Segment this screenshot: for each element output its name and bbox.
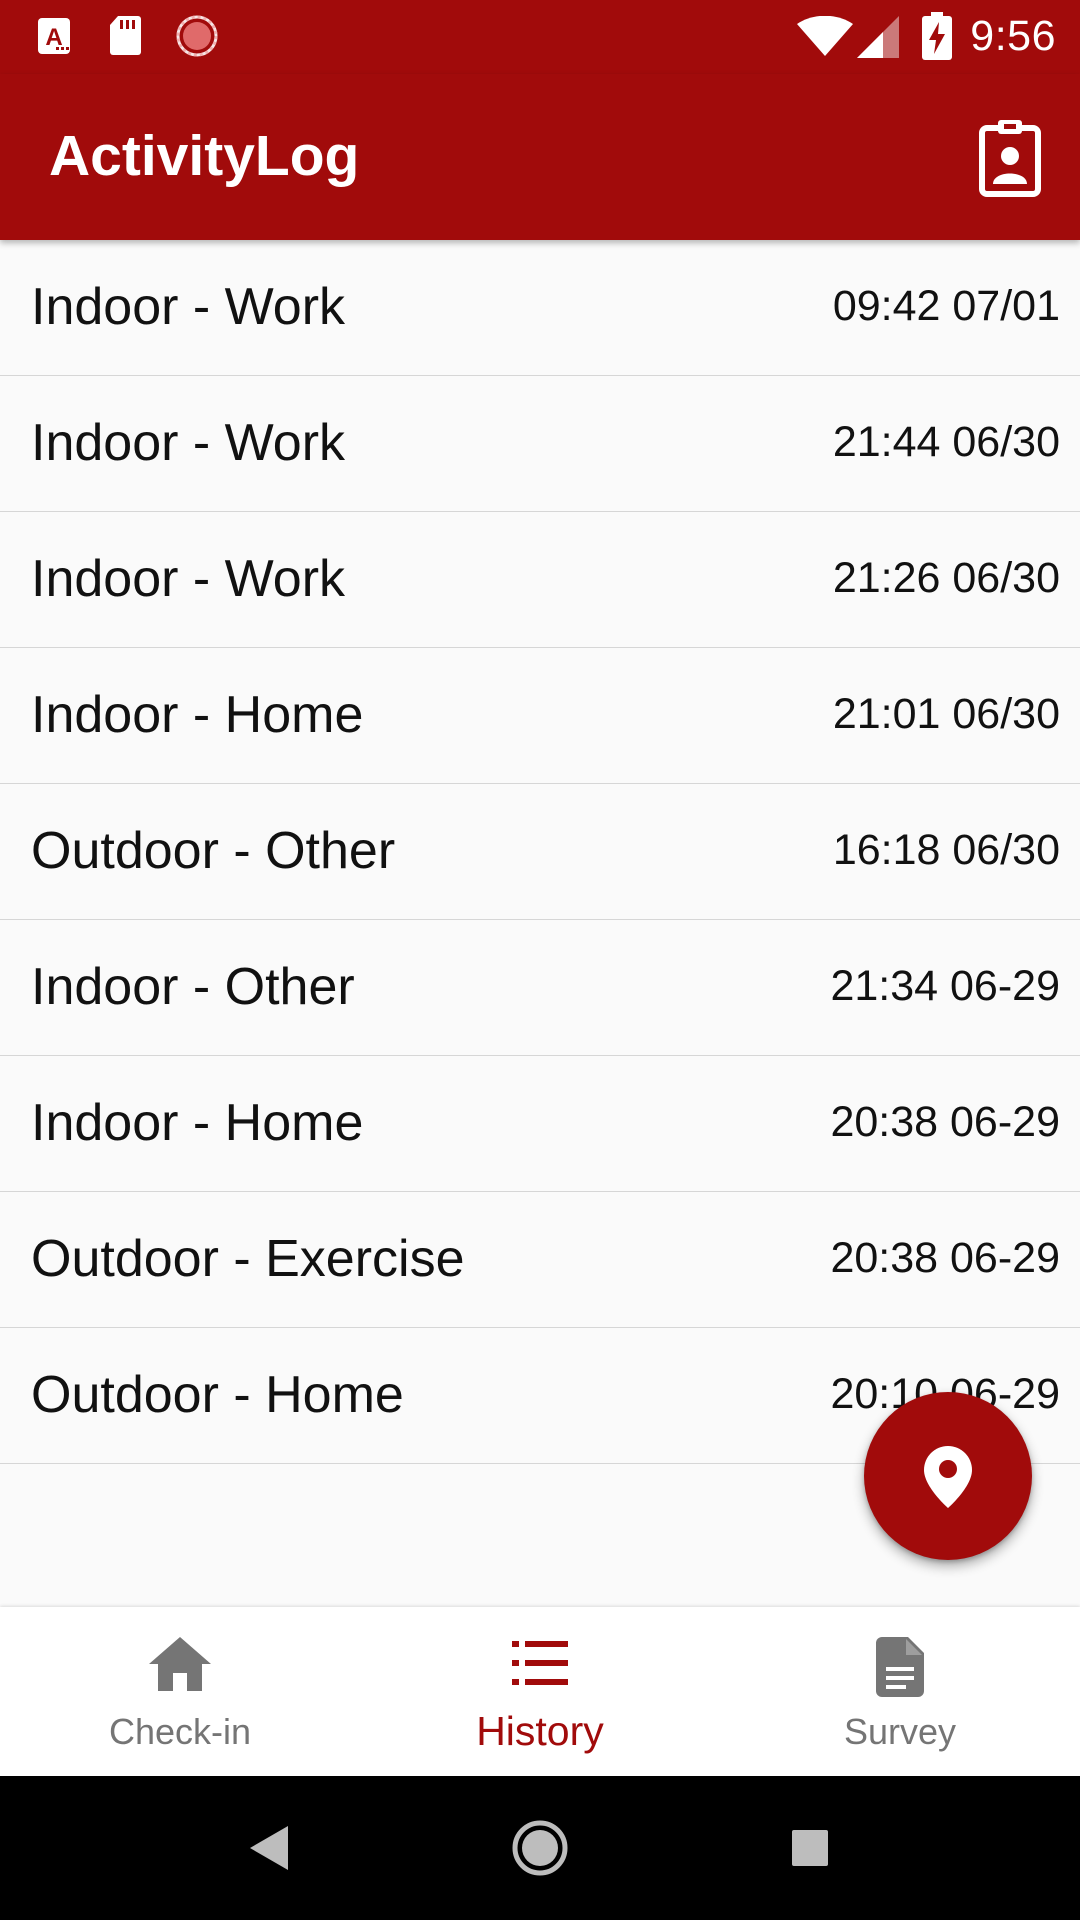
app-title: ActivityLog — [49, 124, 360, 188]
home-icon — [149, 1637, 211, 1691]
document-icon — [876, 1637, 924, 1697]
app-bar: ActivityLog — [0, 74, 1080, 240]
back-icon[interactable] — [250, 1826, 288, 1870]
app-root: A 9:56 ActivityLog Indoor - Work 09:42 0… — [0, 0, 1080, 1920]
sd-card-icon — [110, 16, 141, 55]
history-entry-row[interactable]: Outdoor - Exercise 20:38 06-29 — [0, 1192, 1080, 1328]
history-entry-row[interactable]: Outdoor - Other 16:18 06/30 — [0, 784, 1080, 920]
history-entry-label: Indoor - Work — [31, 414, 346, 472]
list-icon — [512, 1641, 568, 1685]
svg-text:A: A — [45, 24, 62, 51]
status-bar: A 9:56 — [0, 0, 1080, 74]
history-entry-time: 20:38 06-29 — [830, 1234, 1060, 1282]
history-entry-label: Indoor - Home — [31, 1094, 364, 1152]
history-entry-time: 21:26 06/30 — [832, 554, 1060, 602]
nav-item-history[interactable]: History — [360, 1607, 720, 1776]
check-in-location-button[interactable] — [864, 1392, 1032, 1560]
bottom-navigation: Check-in History Survey — [0, 1607, 1080, 1776]
home-circle-icon[interactable] — [512, 1820, 568, 1876]
history-entry-row[interactable]: Indoor - Other 21:34 06-29 — [0, 920, 1080, 1056]
sync-circle-icon — [176, 15, 218, 57]
history-entry-time: 21:44 06/30 — [832, 418, 1060, 466]
history-entry-row[interactable]: Indoor - Work 21:26 06/30 — [0, 512, 1080, 648]
history-entry-time: 21:34 06-29 — [830, 962, 1060, 1010]
history-entry-row[interactable]: Indoor - Home 20:38 06-29 — [0, 1056, 1080, 1192]
history-entry-row[interactable]: Indoor - Work 21:44 06/30 — [0, 376, 1080, 512]
history-entry-label: Outdoor - Home — [31, 1366, 404, 1424]
nav-label-history: History — [476, 1708, 604, 1754]
status-time: 9:56 — [970, 12, 1056, 60]
wifi-icon — [797, 16, 853, 56]
history-entry-label: Outdoor - Exercise — [31, 1230, 465, 1288]
history-entry-row[interactable]: Indoor - Work 09:42 07/01 — [0, 240, 1080, 376]
history-entry-time: 09:42 07/01 — [832, 282, 1060, 330]
signal-icon — [857, 16, 899, 58]
history-entry-label: Indoor - Home — [31, 686, 364, 744]
history-entry-time: 16:18 06/30 — [832, 826, 1060, 874]
font-a-icon: A — [38, 18, 70, 54]
recents-icon[interactable] — [792, 1830, 828, 1866]
nav-label-check-in: Check-in — [108, 1711, 252, 1752]
contact-badge-icon — [979, 120, 1041, 197]
history-entry-time: 21:01 06/30 — [832, 690, 1060, 738]
contact-badge-button[interactable] — [978, 118, 1042, 198]
nav-label-survey: Survey — [843, 1711, 957, 1752]
history-entry-label: Indoor - Work — [31, 278, 346, 336]
nav-item-check-in[interactable]: Check-in — [0, 1607, 360, 1776]
battery-charging-icon — [922, 12, 952, 60]
history-entry-label: Outdoor - Other — [31, 822, 396, 880]
history-entry-time: 20:38 06-29 — [830, 1098, 1060, 1146]
nav-item-survey[interactable]: Survey — [720, 1607, 1080, 1776]
location-pin-icon — [924, 1446, 972, 1508]
history-entry-label: Indoor - Other — [31, 958, 355, 1016]
history-entry-label: Indoor - Work — [31, 550, 346, 608]
system-navigation-bar — [0, 1776, 1080, 1920]
history-entry-row[interactable]: Indoor - Home 21:01 06/30 — [0, 648, 1080, 784]
